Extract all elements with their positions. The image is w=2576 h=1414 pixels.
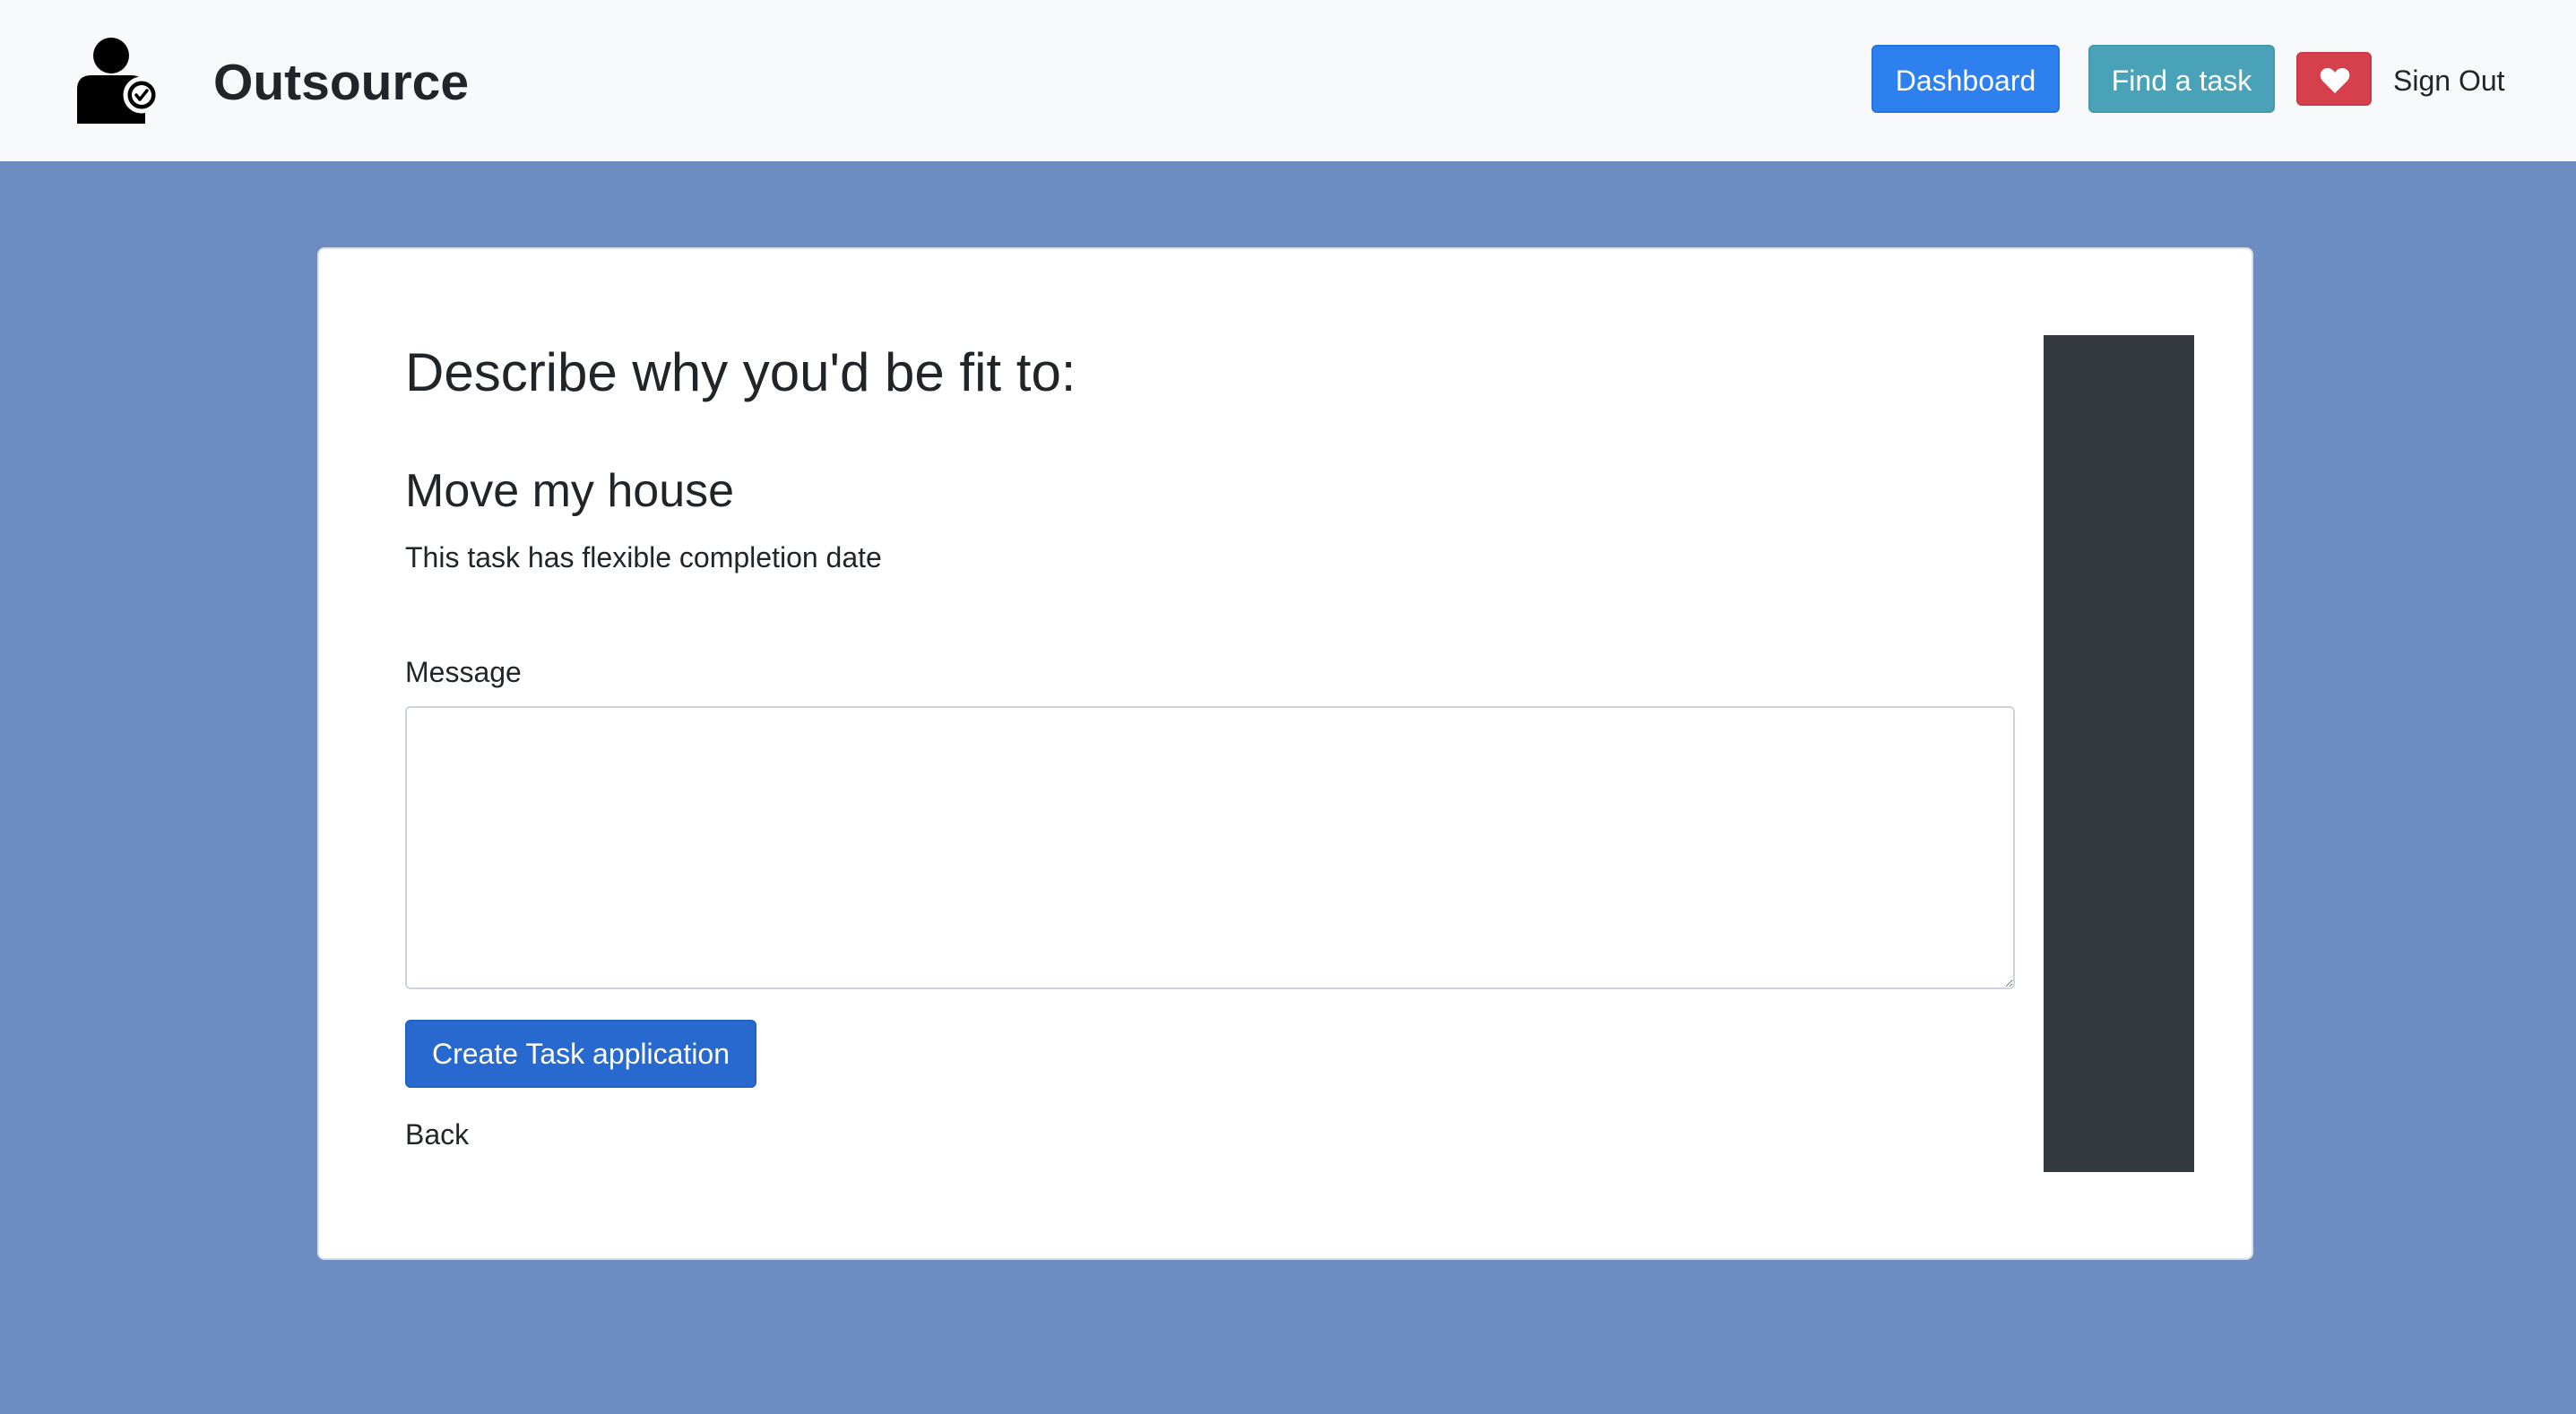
task-completion-note: This task has flexible completion date: [405, 541, 882, 573]
back-link[interactable]: Back: [405, 1115, 469, 1154]
create-task-application-button[interactable]: Create Task application: [405, 1020, 756, 1088]
page-title: Describe why you'd be fit to:: [405, 342, 1076, 402]
message-label: Message: [405, 656, 522, 688]
person-check-icon[interactable]: [75, 36, 161, 125]
dashboard-button[interactable]: Dashboard: [1871, 45, 2060, 113]
side-panel: [2044, 335, 2194, 1172]
brand-name[interactable]: Outsource: [213, 50, 469, 115]
navbar: Outsource Dashboard Find a task Sign Out: [0, 0, 2576, 161]
task-title: Move my house: [405, 465, 735, 517]
message-textarea[interactable]: [405, 706, 2015, 989]
application-card: Describe why you'd be fit to: Move my ho…: [317, 247, 2253, 1260]
find-task-button[interactable]: Find a task: [2088, 45, 2275, 113]
sign-out-link[interactable]: Sign Out: [2393, 61, 2505, 100]
heart-icon: [2320, 68, 2350, 93]
favorites-button[interactable]: [2296, 52, 2372, 106]
